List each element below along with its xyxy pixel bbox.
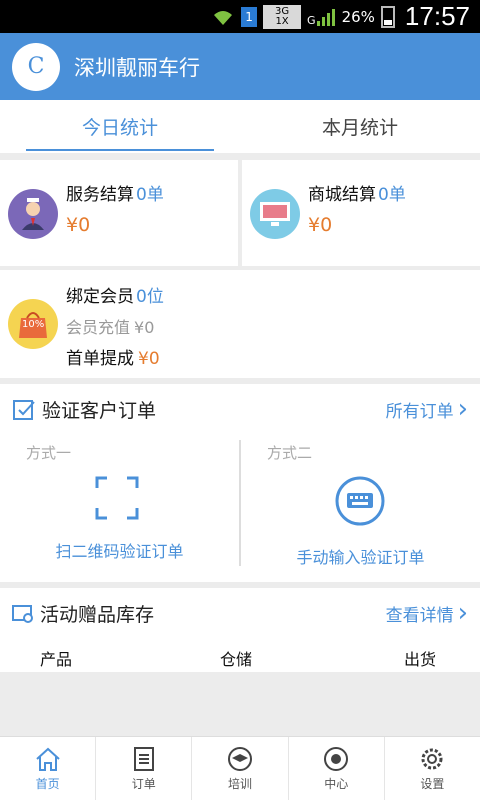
tab-orders-label: 订单 <box>131 776 156 791</box>
gift-box-icon <box>12 604 34 624</box>
avatar[interactable]: C <box>12 42 60 91</box>
scan-frame-icon <box>95 476 139 524</box>
tab-settings[interactable]: 设置 <box>385 737 480 800</box>
tab-month[interactable]: 本月统计 <box>240 100 480 153</box>
service-settlement-card[interactable]: 服务结算 0单 ¥0 <box>0 160 238 266</box>
mall-title: 商城结算 <box>308 185 376 205</box>
view-details-link[interactable]: 查看详情 › <box>386 598 468 628</box>
method2-label: 方式二 <box>267 444 313 462</box>
order-icon <box>132 746 156 772</box>
monitor-icon <box>250 189 300 239</box>
tab-training-label: 培训 <box>228 776 253 791</box>
method1-label: 方式一 <box>26 444 72 462</box>
keyboard-icon <box>335 476 385 530</box>
scan-qr-text: 扫二维码验证订单 <box>55 542 184 561</box>
sim-indicator: 1 <box>241 6 258 27</box>
mall-count: 0单 <box>378 185 406 205</box>
tab-home[interactable]: 首页 <box>0 737 97 800</box>
commission-label: 首单提成 <box>66 349 134 369</box>
network-bottom: 1X <box>275 15 289 27</box>
tab-home-label: 首页 <box>35 776 60 791</box>
discount-bag-icon: 10% <box>8 299 58 349</box>
network-indicator: 3G 1X <box>263 4 302 29</box>
inventory-title: 活动赠品库存 <box>40 604 155 626</box>
all-orders-label: 所有订单 <box>385 401 454 422</box>
service-count: 0单 <box>136 185 164 205</box>
shop-name: 深圳靓丽车行 <box>74 55 200 80</box>
column-storage: 仓储 <box>220 650 253 669</box>
discount-badge: 10% <box>22 319 45 330</box>
tab-training[interactable]: 培训 <box>192 737 289 800</box>
mall-settlement-card[interactable]: 商城结算 0单 ¥0 <box>242 160 480 266</box>
chevron-right-icon: › <box>457 394 468 424</box>
service-title: 服务结算 <box>66 185 134 205</box>
signal-icon: G <box>307 7 336 27</box>
scan-qr-method[interactable]: 方式一 扫二维码验证订单 <box>0 440 239 570</box>
graduation-cap-icon <box>226 746 254 772</box>
verify-section: 验证客户订单 所有订单 › 方式一 扫二维码验证订单 方式二 手动输入验证订单 <box>0 384 480 582</box>
network-top: 3G <box>274 5 290 17</box>
mall-amount: ¥0 <box>308 214 333 236</box>
inventory-header: 活动赠品库存 <box>12 600 154 627</box>
recharge-label: 会员充值 <box>66 318 131 337</box>
checklist-icon <box>12 398 36 422</box>
home-icon <box>34 746 62 772</box>
tab-orders[interactable]: 订单 <box>96 737 193 800</box>
service-person-icon <box>8 189 58 239</box>
member-card[interactable]: 10% 绑定会员 0位 会员充值 ¥0 首单提成 ¥0 <box>0 270 480 378</box>
wifi-icon <box>211 7 235 27</box>
battery-percent: 26% <box>341 7 375 26</box>
battery-icon <box>380 5 395 28</box>
manual-input-method[interactable]: 方式二 手动输入验证订单 <box>241 440 480 570</box>
signal-type: G <box>307 13 316 27</box>
column-product: 产品 <box>40 650 73 669</box>
tab-today[interactable]: 今日统计 <box>0 100 240 153</box>
column-shipped: 出货 <box>404 650 437 669</box>
center-icon <box>322 746 350 772</box>
status-bar: 1 3G 1X G 26% 17:57 <box>0 0 480 33</box>
tab-settings-label: 设置 <box>420 776 445 791</box>
bottom-tab-bar: 首页 订单 培训 中心 设置 <box>0 736 480 800</box>
all-orders-link[interactable]: 所有订单 › <box>386 394 468 424</box>
view-details-label: 查看详情 <box>385 605 454 626</box>
verify-header: 验证客户订单 <box>12 396 156 423</box>
inventory-section: 活动赠品库存 查看详情 › 产品 仓储 出货 <box>0 588 480 672</box>
clock: 17:57 <box>404 1 470 31</box>
app-header: C 深圳靓丽车行 <box>0 33 480 100</box>
tab-center[interactable]: 中心 <box>289 737 385 800</box>
verify-title: 验证客户订单 <box>42 400 157 422</box>
commission-amount: ¥0 <box>138 349 160 369</box>
chevron-right-icon: › <box>457 598 468 628</box>
tab-center-label: 中心 <box>324 776 349 791</box>
stats-tabs: 今日统计 本月统计 <box>0 100 480 153</box>
manual-input-text: 手动输入验证订单 <box>296 548 425 567</box>
member-count: 0位 <box>136 287 164 307</box>
recharge-amount: ¥0 <box>134 318 155 337</box>
member-title: 绑定会员 <box>66 287 134 307</box>
gear-icon <box>418 746 446 772</box>
service-amount: ¥0 <box>66 214 91 236</box>
